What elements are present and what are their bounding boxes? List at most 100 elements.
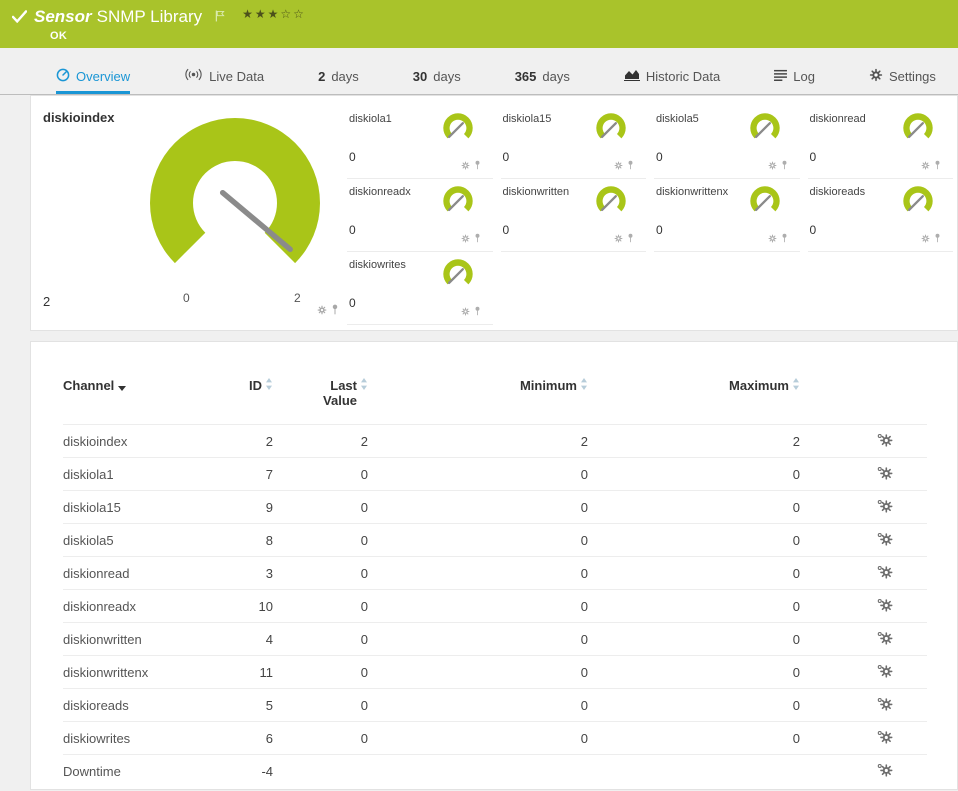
- small-gauge-cell[interactable]: diskioreads 0: [807, 179, 953, 252]
- gauge-pin-icon[interactable]: [627, 157, 634, 175]
- channel-minimum: 0: [368, 688, 588, 722]
- channel-settings-gear-icon[interactable]: [877, 697, 893, 714]
- channel-last-value: 2: [273, 424, 368, 458]
- table-row[interactable]: diskionread 3 0 0 0: [63, 556, 927, 590]
- channel-settings-gear-icon[interactable]: [877, 631, 893, 648]
- gauge-value: 0: [502, 150, 510, 164]
- gauge-settings-gear-icon[interactable]: [921, 230, 930, 248]
- gauge-value: 0: [809, 150, 817, 164]
- channel-settings-gear-icon[interactable]: [877, 664, 893, 681]
- channel-settings-gear-icon[interactable]: [877, 433, 893, 450]
- channel-settings-gear-icon[interactable]: [877, 466, 893, 483]
- gauge-pin-icon[interactable]: [781, 230, 788, 248]
- table-row[interactable]: diskiowrites 6 0 0 0: [63, 721, 927, 755]
- broadcast-icon: [184, 68, 203, 84]
- gauge-label: diskionwritten: [502, 186, 570, 198]
- gauge-dial-icon: [442, 259, 473, 285]
- table-row[interactable]: diskionwritten 4 0 0 0: [63, 622, 927, 656]
- tab-log[interactable]: Log: [774, 61, 815, 94]
- column-header-last-value[interactable]: Last Value: [273, 378, 368, 425]
- gauge-icon: [56, 68, 70, 85]
- gauge-settings-gear-icon[interactable]: [768, 157, 777, 175]
- channel-settings-gear-icon[interactable]: [877, 598, 893, 615]
- table-row[interactable]: diskionwrittenx 11 0 0 0: [63, 655, 927, 689]
- table-row[interactable]: diskiola15 9 0 0 0: [63, 490, 927, 524]
- gauge-settings-gear-icon[interactable]: [317, 302, 327, 320]
- table-row[interactable]: diskiola5 8 0 0 0: [63, 523, 927, 557]
- channel-last-value: 0: [273, 457, 368, 491]
- column-header-id[interactable]: ID: [233, 378, 273, 425]
- gauge-settings-gear-icon[interactable]: [461, 230, 470, 248]
- tab-live-data[interactable]: Live Data: [184, 61, 264, 94]
- main-gauge-diskioindex[interactable]: diskioindex 0 2 2: [31, 96, 343, 330]
- small-gauge-cell[interactable]: diskiola1 0: [347, 106, 493, 179]
- gauge-settings-gear-icon[interactable]: [461, 157, 470, 175]
- small-gauge-cell[interactable]: diskionwrittenx 0: [654, 179, 800, 252]
- channel-last-value: 0: [273, 655, 368, 689]
- gauge-settings-gear-icon[interactable]: [768, 230, 777, 248]
- gauge-pin-icon[interactable]: [627, 230, 634, 248]
- channel-settings-gear-icon[interactable]: [877, 565, 893, 582]
- small-gauge-cell[interactable]: diskiola5 0: [654, 106, 800, 179]
- gauge-pin-icon[interactable]: [331, 302, 339, 320]
- small-gauge-cell[interactable]: diskiola15 0: [500, 106, 646, 179]
- small-gauge-cell[interactable]: diskiowrites 0: [347, 252, 493, 325]
- channel-last-value: 0: [273, 721, 368, 755]
- channel-minimum: 0: [368, 556, 588, 590]
- sensor-type-label: Sensor: [34, 7, 92, 26]
- tab-overview[interactable]: Overview: [56, 61, 131, 94]
- gauge-label: diskioreads: [809, 186, 866, 198]
- channel-name: diskiowrites: [63, 721, 233, 755]
- channel-last-value: 0: [273, 556, 368, 590]
- tab-30-days[interactable]: 30 days: [413, 61, 461, 94]
- gauge-pin-icon[interactable]: [934, 230, 941, 248]
- channel-name: Downtime: [63, 754, 233, 788]
- gauge-value: 0: [349, 223, 356, 237]
- table-row[interactable]: diskiola1 7 0 0 0: [63, 457, 927, 491]
- flag-icon[interactable]: [215, 9, 225, 27]
- small-gauge-cell[interactable]: diskionwritten 0: [500, 179, 646, 252]
- table-row[interactable]: diskioreads 5 0 0 0: [63, 688, 927, 722]
- small-gauge-cell[interactable]: diskionreadx 0: [347, 179, 493, 252]
- tab-historic-data[interactable]: Historic Data: [623, 61, 720, 94]
- gauge-settings-gear-icon[interactable]: [614, 230, 623, 248]
- channel-maximum: 0: [588, 721, 800, 755]
- gauge-pin-icon[interactable]: [474, 230, 481, 248]
- channel-minimum: 0: [368, 655, 588, 689]
- channel-id: 9: [233, 490, 273, 524]
- table-row[interactable]: diskioindex 2 2 2 2: [63, 424, 927, 458]
- gauge-dial-icon: [596, 113, 626, 139]
- gauge-pin-icon[interactable]: [781, 157, 788, 175]
- channel-settings-gear-icon[interactable]: [877, 532, 893, 549]
- sensor-name: SNMP Library: [96, 7, 203, 26]
- status-badge: OK: [50, 30, 68, 42]
- channel-maximum: 0: [588, 688, 800, 722]
- column-header-minimum[interactable]: Minimum: [368, 378, 588, 425]
- channel-settings-gear-icon[interactable]: [877, 499, 893, 516]
- gauge-scale-max: 2: [294, 291, 301, 305]
- sort-icon: [360, 378, 368, 393]
- channel-name: diskionread: [63, 556, 233, 590]
- tab-settings[interactable]: Settings: [869, 61, 936, 94]
- column-header-actions: [800, 378, 927, 425]
- gauge-pin-icon[interactable]: [934, 157, 941, 175]
- channel-settings-gear-icon[interactable]: [877, 730, 893, 747]
- gauge-settings-gear-icon[interactable]: [921, 157, 930, 175]
- tab-365-days[interactable]: 365 days: [515, 61, 570, 94]
- table-row[interactable]: diskionreadx 10 0 0 0: [63, 589, 927, 623]
- channel-id: 2: [233, 424, 273, 458]
- priority-stars[interactable]: ★★★☆☆: [242, 7, 306, 21]
- channel-name: diskiola15: [63, 490, 233, 524]
- small-gauge-cell[interactable]: diskionread 0: [807, 106, 953, 179]
- gauge-pin-icon[interactable]: [474, 303, 481, 321]
- channel-last-value: 0: [273, 523, 368, 557]
- tab-2-days[interactable]: 2 days: [318, 61, 359, 94]
- gauge-settings-gear-icon[interactable]: [614, 157, 623, 175]
- table-row[interactable]: Downtime -4: [63, 754, 927, 788]
- column-header-maximum[interactable]: Maximum: [588, 378, 800, 425]
- column-header-channel[interactable]: Channel: [63, 378, 233, 425]
- channel-settings-gear-icon[interactable]: [877, 763, 893, 780]
- gauge-label: diskionreadx: [349, 186, 411, 198]
- gauge-pin-icon[interactable]: [474, 157, 481, 175]
- gauge-settings-gear-icon[interactable]: [461, 303, 470, 321]
